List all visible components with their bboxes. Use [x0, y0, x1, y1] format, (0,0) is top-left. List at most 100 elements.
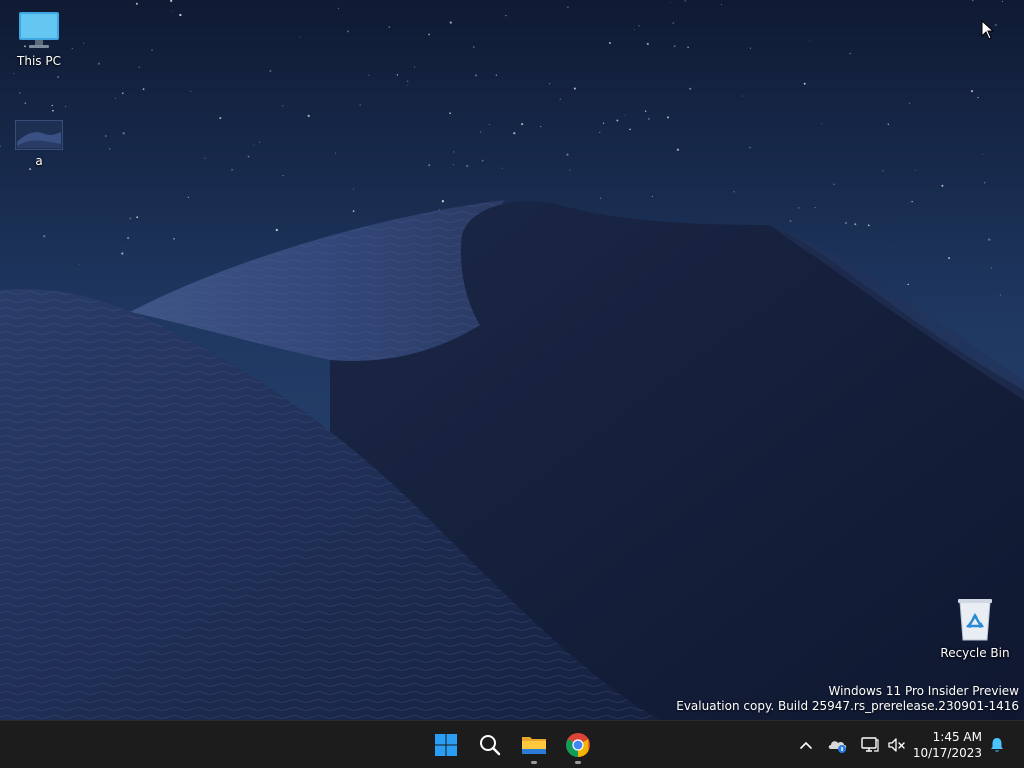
star	[687, 46, 689, 49]
star	[338, 7, 339, 9]
star	[821, 123, 823, 125]
search-icon	[480, 735, 501, 756]
running-indicator	[531, 761, 537, 764]
volume-tray-button[interactable]	[884, 733, 908, 757]
star	[608, 42, 611, 44]
star	[453, 151, 455, 153]
star	[122, 132, 125, 135]
star	[52, 109, 54, 112]
desktop-icon-label: Recycle Bin	[940, 646, 1010, 660]
onedrive-tray-button[interactable]	[826, 733, 850, 757]
star	[172, 10, 174, 12]
desktop-icon-a[interactable]: a	[1, 120, 77, 168]
star	[845, 222, 847, 224]
star	[282, 105, 284, 107]
star	[479, 131, 482, 133]
star	[669, 1, 671, 3]
star	[129, 217, 132, 220]
star	[915, 170, 917, 171]
network-icon	[861, 737, 879, 752]
taskbar: 1:45 AM 10/17/2023	[0, 720, 1024, 768]
star	[204, 157, 206, 159]
notification-bell-icon	[991, 738, 1003, 752]
star	[733, 191, 735, 193]
star	[501, 167, 503, 169]
star	[573, 87, 576, 90]
desktop-icon-label: This PC	[17, 54, 61, 68]
star	[135, 2, 138, 5]
star	[97, 62, 101, 65]
start-button[interactable]	[426, 725, 466, 765]
star	[984, 182, 986, 184]
star	[13, 73, 15, 75]
star	[749, 147, 751, 149]
star	[667, 116, 669, 119]
watermark-build: Evaluation copy. Build 25947.rs_prerelea…	[676, 699, 1019, 713]
star	[473, 46, 475, 48]
desktop-icon-recycle-bin[interactable]: Recycle Bin	[937, 596, 1013, 660]
star	[988, 238, 991, 241]
star	[441, 200, 445, 203]
star	[814, 207, 816, 209]
star	[624, 114, 626, 116]
clock-time: 1:45 AM	[932, 730, 982, 744]
chrome-button[interactable]	[558, 725, 598, 765]
chevron-up-icon	[800, 741, 812, 749]
star	[307, 114, 310, 118]
star	[396, 74, 399, 76]
recycle-bin-icon	[958, 599, 992, 641]
desktop-icon-this-pc[interactable]: This PC	[1, 10, 77, 68]
star	[43, 235, 46, 238]
star	[406, 84, 408, 86]
star	[849, 52, 851, 55]
windows-start-icon	[435, 734, 457, 756]
star	[275, 228, 278, 232]
star	[521, 123, 524, 126]
star	[629, 128, 631, 131]
search-button[interactable]	[470, 725, 510, 765]
star	[406, 80, 409, 83]
star	[24, 102, 27, 105]
star	[449, 21, 452, 24]
star	[948, 257, 951, 260]
desktop[interactable]: This PC a Recycle Bin Windows 11 Pro Ins…	[0, 0, 1024, 720]
star	[647, 117, 650, 120]
star	[911, 200, 913, 203]
star	[138, 66, 141, 68]
star	[999, 294, 1002, 296]
windows-watermark: Windows 11 Pro Insider Preview Evaluatio…	[676, 684, 1019, 714]
show-hidden-icons-button[interactable]	[794, 733, 818, 757]
star	[602, 122, 605, 124]
file-explorer-button[interactable]	[514, 725, 554, 765]
network-tray-button[interactable]	[858, 733, 882, 757]
star	[990, 267, 992, 269]
mouse-pointer-icon	[981, 20, 995, 40]
volume-muted-icon	[888, 738, 905, 752]
star	[651, 195, 653, 198]
star	[672, 22, 674, 24]
star	[466, 164, 469, 168]
star	[907, 283, 909, 286]
star	[982, 153, 983, 155]
taskbar-clock[interactable]: 1:45 AM 10/17/2023	[913, 729, 982, 761]
star	[495, 74, 498, 76]
star	[882, 170, 884, 172]
star	[559, 98, 561, 100]
star	[57, 76, 59, 78]
star	[644, 110, 647, 112]
desktop-wallpaper	[0, 0, 1024, 720]
star	[616, 119, 619, 122]
star	[428, 164, 431, 167]
notification-center-button[interactable]	[985, 733, 1009, 757]
star	[599, 197, 602, 200]
star	[453, 164, 455, 166]
running-indicator	[575, 761, 581, 764]
star	[18, 92, 21, 94]
star	[259, 141, 261, 143]
star	[108, 148, 111, 150]
star	[970, 89, 974, 93]
clock-date: 10/17/2023	[912, 746, 982, 760]
star	[549, 83, 551, 85]
star	[741, 95, 743, 97]
star	[231, 168, 233, 171]
